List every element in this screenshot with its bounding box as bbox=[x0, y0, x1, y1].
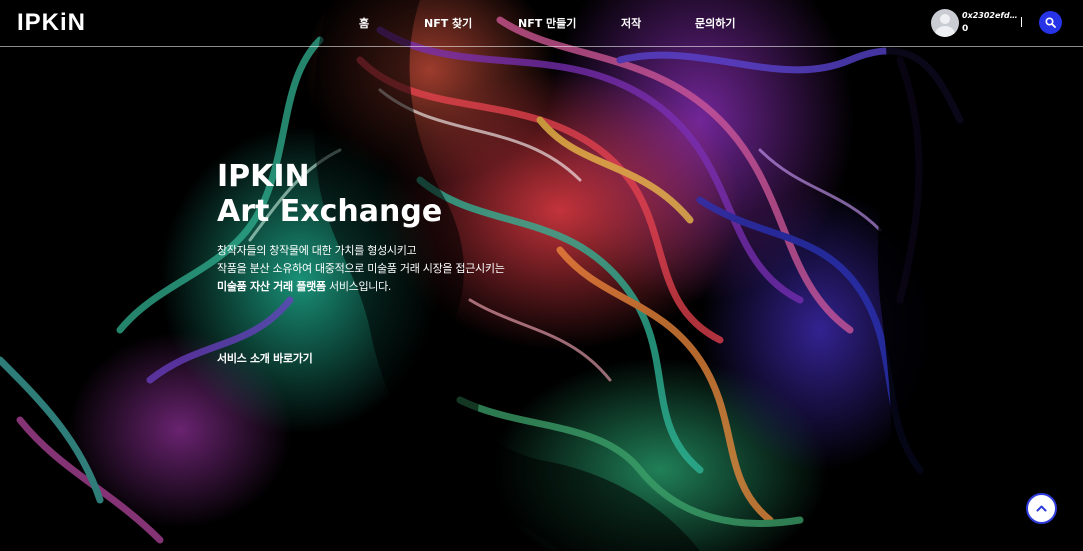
chevron-up-icon bbox=[1036, 505, 1047, 512]
service-intro-link[interactable]: 서비스 소개 바로가기 bbox=[217, 350, 313, 366]
avatar[interactable] bbox=[931, 9, 959, 37]
hero-title-line2: Art Exchange bbox=[217, 194, 443, 229]
search-button[interactable] bbox=[1039, 11, 1062, 34]
avatar-body-shape bbox=[935, 26, 955, 37]
nav-create-nft[interactable]: NFT 만들기 bbox=[518, 15, 576, 31]
hero-title: IPKIN Art Exchange bbox=[217, 159, 442, 229]
hero-desc-highlight: 미술품 자산 거래 플랫폼 bbox=[217, 280, 326, 293]
ipkin-logo[interactable]: IPKiN bbox=[17, 9, 86, 37]
wallet-balance: 0 bbox=[962, 24, 969, 34]
hero-title-line1: IPKIN bbox=[217, 159, 310, 194]
nav-home[interactable]: 홈 bbox=[359, 15, 369, 31]
avatar-head-shape bbox=[940, 14, 950, 24]
top-navigation-bar: IPKiN 홈 NFT 찾기 NFT 만들기 저작 문의하기 0x2302efd… bbox=[0, 0, 1083, 47]
hero-description: 창작자들의 창작물에 대한 가치를 형성시키고 작품을 분산 소유하여 대중적으… bbox=[217, 242, 505, 296]
nav-copyright[interactable]: 저작 bbox=[621, 15, 641, 31]
nav-contact[interactable]: 문의하기 bbox=[695, 15, 735, 31]
hero-desc-line1: 창작자들의 창작물에 대한 가치를 형성시키고 bbox=[217, 244, 417, 257]
hero-desc-line2: 작품을 분산 소유하여 대중적으로 미술품 거래 시장을 접근시키는 bbox=[217, 262, 505, 275]
nav-find-nft[interactable]: NFT 찾기 bbox=[424, 15, 472, 31]
search-icon bbox=[1045, 17, 1056, 28]
header-divider bbox=[1021, 17, 1022, 27]
hero-desc-line3: 미술품 자산 거래 플랫폼 서비스입니다. bbox=[217, 278, 505, 296]
abstract-face-artwork bbox=[0, 0, 1083, 551]
hero-background-art bbox=[0, 0, 1083, 551]
wallet-address[interactable]: 0x2302efdfa6... bbox=[962, 11, 1020, 20]
scroll-to-top-button[interactable] bbox=[1026, 493, 1057, 524]
hero-desc-line3-rest: 서비스입니다. bbox=[325, 280, 392, 293]
